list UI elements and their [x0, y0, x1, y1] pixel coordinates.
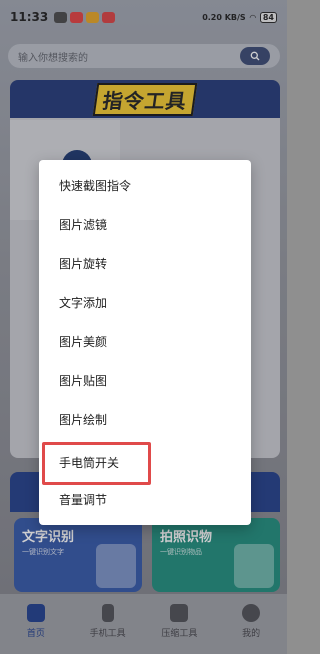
menu-item-quick-screenshot[interactable]: 快速截图指令: [59, 174, 131, 198]
menu-item-image-beautify[interactable]: 图片美颜: [59, 330, 107, 354]
menu-item-image-rotate[interactable]: 图片旋转: [59, 252, 107, 276]
menu-item-volume-adjust[interactable]: 音量调节: [59, 488, 107, 512]
menu-item-image-draw[interactable]: 图片绘制: [59, 408, 107, 432]
popup-menu: 快速截图指令 图片滤镜 图片旋转 文字添加 图片美颜 图片贴图 图片绘制 手电筒…: [39, 160, 251, 525]
menu-item-flashlight-toggle[interactable]: 手电筒开关: [59, 451, 119, 475]
menu-item-image-filter[interactable]: 图片滤镜: [59, 213, 107, 237]
menu-item-image-sticker[interactable]: 图片贴图: [59, 369, 107, 393]
menu-item-add-text[interactable]: 文字添加: [59, 291, 107, 315]
